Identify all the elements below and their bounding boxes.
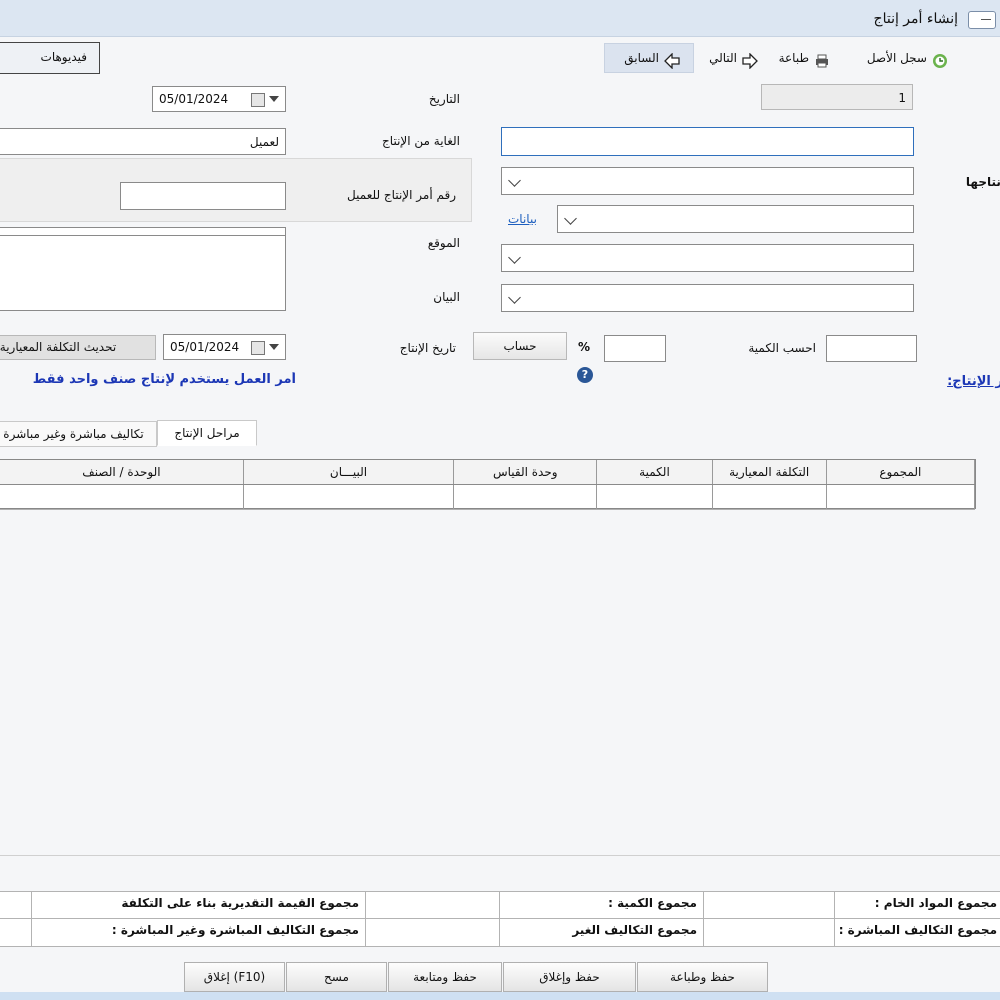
product-field[interactable] [501, 127, 914, 156]
chevron-down-icon [508, 251, 521, 264]
window-menu-icon[interactable] [968, 11, 996, 29]
table-cell[interactable] [596, 484, 713, 510]
all-costs-value [0, 918, 32, 947]
qty-total-label: مجموع الكمية : [499, 891, 704, 919]
print-label: طباعة [778, 51, 809, 65]
info-text: أمر العمل يستخدم لإنتاج صنف واحد فقط [32, 372, 296, 387]
history-label: سجل الأصل [866, 51, 927, 65]
combo-2[interactable] [557, 205, 914, 233]
table-cell[interactable] [453, 484, 598, 510]
col-total[interactable]: المجموع [826, 460, 976, 485]
customer-order-field[interactable] [120, 182, 286, 210]
history-button[interactable]: سجل الأصل [867, 44, 948, 72]
products-label: إنتاجها [965, 175, 1000, 189]
data-link[interactable]: بيانات [508, 212, 537, 226]
description-textarea[interactable] [0, 235, 286, 311]
production-order-link[interactable]: أمر الإنتاج: [926, 374, 1000, 389]
raw-total-value [703, 891, 835, 919]
table-row[interactable] [0, 484, 976, 510]
col-unit-item[interactable]: الوحدة / الصنف [0, 460, 244, 485]
order-number-field[interactable]: 1 [761, 84, 913, 110]
table-cell[interactable] [826, 484, 976, 510]
title-bar [0, 0, 1000, 37]
clear-button[interactable]: مسح [286, 962, 387, 992]
save-and-continue-button[interactable]: حفظ ومتابعة [388, 962, 502, 992]
help-icon[interactable]: ? [577, 367, 593, 383]
date-picker[interactable]: 05/01/2024 [152, 86, 286, 112]
chevron-down-icon [269, 344, 279, 350]
qty-total-value [365, 891, 500, 919]
calendar-icon [251, 93, 265, 107]
description-label: البيان [433, 290, 460, 304]
status-strip [0, 992, 1000, 1000]
production-date-picker[interactable]: 05/01/2024 [163, 334, 286, 360]
previous-button[interactable]: السابق [624, 44, 680, 72]
col-description[interactable]: البيـــان [243, 460, 455, 485]
purpose-field[interactable]: لعميل [0, 128, 286, 155]
save-and-print-button[interactable]: حفظ وطباعة [637, 962, 768, 992]
all-costs-label: مجموع التكاليف المباشرة وغير المباشرة : [31, 918, 366, 947]
combo-4[interactable] [501, 284, 914, 312]
production-date-label: تاريخ الإنتاج [399, 341, 456, 355]
chevron-down-icon [508, 291, 521, 304]
printer-icon [814, 51, 830, 67]
quantity-field[interactable] [826, 335, 917, 362]
combo-1[interactable] [501, 167, 914, 195]
window-title: إنشاء أمر إنتاج [873, 11, 958, 27]
indirect-costs-value [365, 918, 500, 947]
date-value: 05/01/2024 [159, 92, 229, 106]
chevron-down-icon [508, 174, 521, 187]
col-quantity[interactable]: الكمية [596, 460, 713, 485]
save-and-close-button[interactable]: حفظ وإغلاق [503, 962, 636, 992]
customer-order-label: رقم أمر الإنتاج للعميل [347, 188, 456, 202]
update-standard-cost-button[interactable]: تحديث التكلفة المعيارية [0, 335, 156, 360]
percent-field[interactable] [604, 335, 666, 362]
production-date-value: 05/01/2024 [170, 340, 240, 354]
percent-sign: % [578, 340, 591, 354]
calculate-button[interactable]: حساب [473, 332, 567, 360]
combo-3[interactable] [501, 244, 914, 272]
separator [0, 855, 1000, 856]
next-label: التالي [709, 51, 737, 65]
tab-direct-indirect-costs[interactable]: تكاليف مباشرة وغير مباشرة [0, 421, 157, 447]
table-cell[interactable] [712, 484, 827, 510]
estimated-value-label: مجموع القيمة التقديرية بناء على التكلفة [31, 891, 366, 919]
direct-costs-label: مجموع التكاليف المباشرة : [834, 918, 1000, 947]
purpose-label: الغاية من الإنتاج [382, 134, 460, 148]
location-label: الموقع [427, 236, 460, 250]
table-cell[interactable] [0, 484, 244, 510]
previous-label: السابق [624, 51, 659, 65]
close-button[interactable]: إغلاق (F10) [184, 962, 285, 992]
videos-button[interactable]: فيديوهات [0, 42, 100, 74]
production-grid: الوحدة / الصنف البيـــان وحدة القياس الك… [0, 459, 976, 510]
date-label: التاريخ [428, 92, 460, 106]
arrow-right-icon [742, 51, 758, 70]
calendar-icon [251, 341, 265, 355]
estimated-value [0, 891, 32, 919]
arrow-left-icon [664, 51, 680, 70]
summary-panel: مجموع المواد الخام : مجموع الكمية : مجمو… [0, 891, 1000, 947]
history-icon [932, 51, 948, 68]
next-button[interactable]: التالي [709, 44, 758, 72]
raw-total-label: مجموع المواد الخام : [834, 891, 1000, 919]
table-cell[interactable] [243, 484, 455, 510]
chevron-down-icon [269, 96, 279, 102]
indirect-costs-label: مجموع التكاليف الغير [499, 918, 704, 947]
col-standard-cost[interactable]: التكلفة المعيارية [712, 460, 827, 485]
print-button[interactable]: طباعة [779, 44, 830, 72]
calc-quantity-label: احسب الكمية [748, 341, 816, 355]
tab-production-stages[interactable]: مراحل الإنتاج [157, 420, 257, 446]
direct-costs-value [703, 918, 835, 947]
col-uom[interactable]: وحدة القياس [453, 460, 598, 485]
chevron-down-icon [564, 212, 577, 225]
